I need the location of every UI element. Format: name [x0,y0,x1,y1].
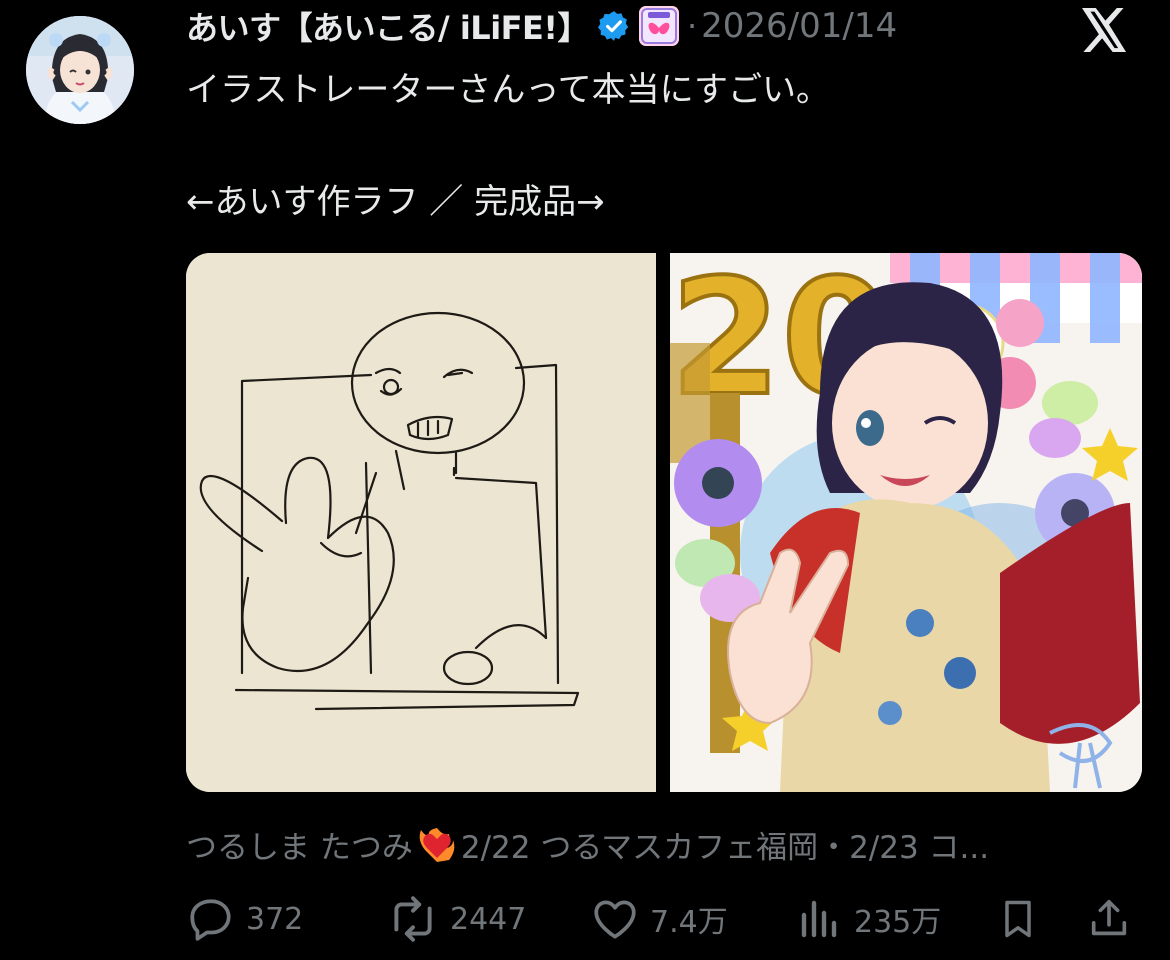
quoted-tweet-snippet: 2/22 つるマスカフェ福岡・2/23 コ... [460,829,990,866]
view-count: 235万 [854,905,942,940]
tweet-text-line-3: ←あいす作ラフ ／ 完成品→ [186,182,605,222]
author-name[interactable]: あいす【あいこる/ iLiFE!】 [186,3,589,49]
tweet-media: 20 [186,253,1142,792]
reply-icon [190,899,231,941]
bookmark-button[interactable] [996,886,1040,952]
tweet-header: あいす【あいこる/ iLiFE!】 · 2026/01/14 [186,4,897,48]
share-icon [1091,899,1127,936]
avatar[interactable] [26,16,134,124]
views-button[interactable]: 235万 [796,886,941,952]
x-logo-icon[interactable] [1082,8,1128,52]
header-separator: · [686,7,698,45]
quoted-tweet-preview[interactable]: つるしま たつみ 2/22 つるマスカフェ福岡・2/23 コ... [186,818,1146,870]
avatar-photo [26,16,134,124]
repost-button[interactable]: 2447 [386,886,526,952]
repost-count: 2447 [450,901,527,937]
reply-button[interactable]: 372 [186,886,303,952]
tweet-date[interactable]: 2026/01/14 [701,6,897,46]
finished-illustration-image[interactable]: 20 [670,253,1142,792]
tweet-text-line-1: イラストレーターさんって本当にすごい。 [186,70,830,110]
reply-count: 372 [246,901,304,937]
heart-on-fire-emoji [417,824,457,864]
share-button[interactable] [1086,886,1132,952]
like-count: 7.4万 [650,905,728,940]
heart-icon [594,900,636,939]
repost-icon [394,896,432,942]
quoted-author-name: つるしま たつみ [186,829,413,866]
rough-sketch-image[interactable] [186,253,656,792]
verified-badge-icon[interactable] [597,9,631,43]
group-affiliation-badge[interactable] [638,6,679,46]
tweet-text-line-2 [186,118,1106,174]
action-bar: 372 2447 7.4万 235万 [186,886,1136,952]
views-chart-icon [801,900,837,938]
tweet-text: イラストレーターさんって本当にすごい。 ←あいす作ラフ ／ 完成品→ [186,62,1106,230]
like-button[interactable]: 7.4万 [590,886,728,952]
bookmark-icon [1005,900,1031,938]
